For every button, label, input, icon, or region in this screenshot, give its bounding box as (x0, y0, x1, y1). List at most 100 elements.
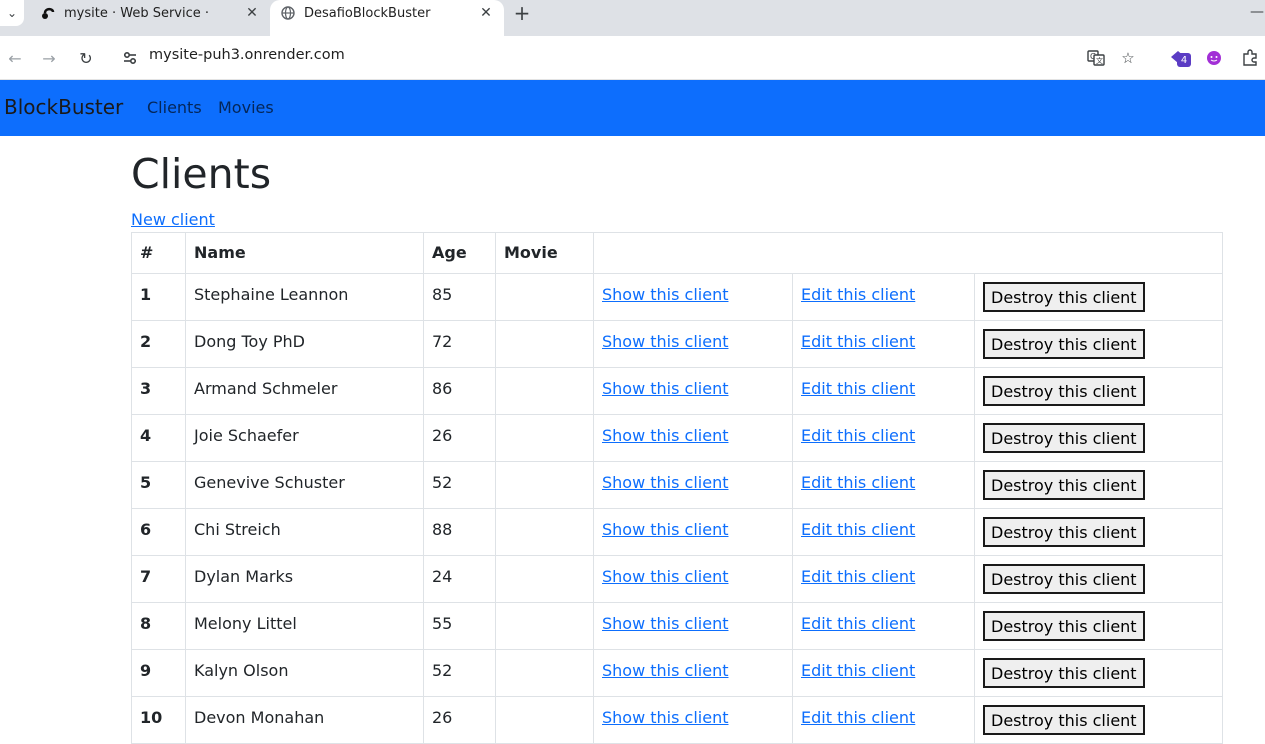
cell-age: 26 (423, 696, 496, 744)
cell-destroy: Destroy this client (974, 320, 1223, 368)
show-client-link[interactable]: Show this client (602, 332, 728, 351)
cell-name: Dong Toy PhD (185, 320, 424, 368)
destroy-client-button[interactable]: Destroy this client (983, 470, 1145, 500)
edit-client-link[interactable]: Edit this client (801, 426, 915, 445)
show-client-link[interactable]: Show this client (602, 567, 728, 586)
cell-show: Show this client (593, 555, 793, 603)
site-info-tune-icon[interactable] (118, 46, 142, 70)
cell-show: Show this client (593, 414, 793, 462)
tab-title: DesafioBlockBuster (304, 5, 431, 21)
destroy-client-button[interactable]: Destroy this client (983, 705, 1145, 735)
show-client-link[interactable]: Show this client (602, 473, 728, 492)
cell-movie (495, 273, 594, 321)
cell-edit: Edit this client (792, 508, 975, 556)
url-field[interactable]: mysite-puh3.onrender.com (149, 47, 345, 63)
edit-client-link[interactable]: Edit this client (801, 661, 915, 680)
cell-destroy: Destroy this client (974, 367, 1223, 415)
cell-movie (495, 508, 594, 556)
edit-client-link[interactable]: Edit this client (801, 708, 915, 727)
cell-index: 6 (131, 508, 186, 556)
close-tab-icon[interactable]: ✕ (242, 3, 262, 23)
cell-movie (495, 367, 594, 415)
bookmark-star-icon[interactable]: ☆ (1116, 46, 1140, 70)
cell-index: 1 (131, 273, 186, 321)
new-tab-plus-icon[interactable]: + (510, 1, 534, 25)
edit-client-link[interactable]: Edit this client (801, 614, 915, 633)
destroy-client-button[interactable]: Destroy this client (983, 282, 1145, 312)
edit-client-link[interactable]: Edit this client (801, 473, 915, 492)
cell-edit: Edit this client (792, 461, 975, 509)
nav-link-movies[interactable]: Movies (218, 98, 274, 117)
show-client-link[interactable]: Show this client (602, 614, 728, 633)
globe-icon (280, 5, 296, 21)
column-header-movie: Movie (495, 232, 594, 274)
translate-icon[interactable]: G文 (1084, 46, 1108, 70)
site-navbar: BlockBuster Clients Movies (0, 80, 1265, 136)
cell-edit: Edit this client (792, 555, 975, 603)
cell-movie (495, 320, 594, 368)
cell-age: 52 (423, 461, 496, 509)
close-tab-icon[interactable]: ✕ (476, 3, 496, 23)
cell-show: Show this client (593, 461, 793, 509)
column-header-actions (593, 232, 1223, 274)
cell-movie (495, 461, 594, 509)
table-row: 6 Chi Streich 88 Show this client Edit this … (131, 508, 1223, 556)
forward-arrow-icon[interactable]: → (37, 46, 61, 70)
cell-movie (495, 696, 594, 744)
show-client-link[interactable]: Show this client (602, 426, 728, 445)
cell-edit: Edit this client (792, 414, 975, 462)
tab-search-chevron-icon[interactable]: ⌄ (0, 0, 24, 26)
reload-icon[interactable]: ↻ (74, 46, 98, 70)
cell-show: Show this client (593, 696, 793, 744)
cell-age: 88 (423, 508, 496, 556)
destroy-client-button[interactable]: Destroy this client (983, 376, 1145, 406)
show-client-link[interactable]: Show this client (602, 661, 728, 680)
edit-client-link[interactable]: Edit this client (801, 567, 915, 586)
cell-edit: Edit this client (792, 649, 975, 697)
table-row: 1 Stephaine Leannon 85 Show this client Edit… (131, 273, 1223, 321)
new-client-link[interactable]: New client (131, 210, 215, 229)
browser-tab-desafioblockbuster[interactable]: DesafioBlockBuster ✕ (270, 0, 504, 36)
nav-link-clients[interactable]: Clients (147, 98, 202, 117)
page-title: Clients (131, 150, 272, 198)
destroy-client-button[interactable]: Destroy this client (983, 611, 1145, 641)
edit-client-link[interactable]: Edit this client (801, 520, 915, 539)
cell-show: Show this client (593, 649, 793, 697)
destroy-client-button[interactable]: Destroy this client (983, 329, 1145, 359)
table-row: 5 Genevive Schuster 52 Show this client Edit… (131, 461, 1223, 509)
edit-client-link[interactable]: Edit this client (801, 285, 915, 304)
cell-destroy: Destroy this client (974, 555, 1223, 603)
extension-face-icon[interactable] (1202, 46, 1226, 70)
table-row: 7 Dylan Marks 24 Show this client Edit this … (131, 555, 1223, 603)
cell-movie (495, 414, 594, 462)
show-client-link[interactable]: Show this client (602, 379, 728, 398)
cell-destroy: Destroy this client (974, 273, 1223, 321)
cell-destroy: Destroy this client (974, 649, 1223, 697)
back-arrow-icon[interactable]: ← (3, 46, 27, 70)
column-header-index: # (131, 232, 186, 274)
table-row: 3 Armand Schmeler 86 Show this client Edit t… (131, 367, 1223, 415)
destroy-client-button[interactable]: Destroy this client (983, 658, 1145, 688)
destroy-client-button[interactable]: Destroy this client (983, 564, 1145, 594)
show-client-link[interactable]: Show this client (602, 708, 728, 727)
show-client-link[interactable]: Show this client (602, 285, 728, 304)
cell-destroy: Destroy this client (974, 461, 1223, 509)
cell-show: Show this client (593, 367, 793, 415)
brand-logo[interactable]: BlockBuster (4, 95, 123, 119)
cell-name: Kalyn Olson (185, 649, 424, 697)
cell-edit: Edit this client (792, 696, 975, 744)
cell-index: 4 (131, 414, 186, 462)
show-client-link[interactable]: Show this client (602, 520, 728, 539)
destroy-client-button[interactable]: Destroy this client (983, 423, 1145, 453)
extensions-puzzle-icon[interactable] (1238, 46, 1262, 70)
cell-name: Chi Streich (185, 508, 424, 556)
cell-index: 7 (131, 555, 186, 603)
browser-tab-mysite[interactable]: mysite · Web Service · ✕ (30, 0, 270, 26)
edit-client-link[interactable]: Edit this client (801, 379, 915, 398)
minimize-window-icon[interactable]: — (1250, 4, 1264, 22)
cell-movie (495, 602, 594, 650)
cell-destroy: Destroy this client (974, 508, 1223, 556)
edit-client-link[interactable]: Edit this client (801, 332, 915, 351)
cell-show: Show this client (593, 273, 793, 321)
destroy-client-button[interactable]: Destroy this client (983, 517, 1145, 547)
